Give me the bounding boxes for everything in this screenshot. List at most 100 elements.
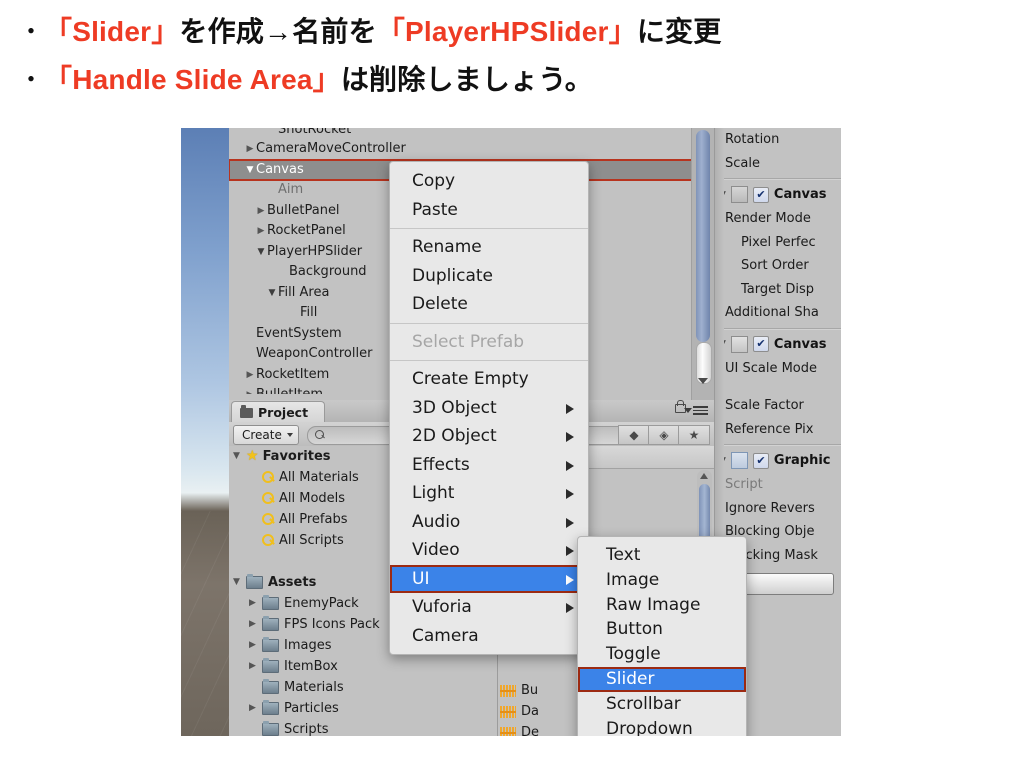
component-name: Canvas	[773, 336, 827, 352]
submenu-item[interactable]: Dropdown	[578, 717, 746, 736]
component-name: Canvas	[773, 187, 827, 202]
triangle-right-icon[interactable]: ▶	[244, 385, 256, 394]
scroll-down-arrow-icon[interactable]	[698, 378, 708, 384]
triangle-down-icon[interactable]: ▼	[266, 283, 278, 304]
project-tree-item[interactable]: ▶ Scripts	[229, 719, 497, 736]
menu-item[interactable]: Delete	[390, 290, 588, 319]
submenu-item-label: Image	[606, 569, 660, 590]
menu-item[interactable]: Effects	[390, 451, 588, 480]
menu-item[interactable]: 2D Object	[390, 422, 588, 451]
triangle-down-icon[interactable]: ▼	[244, 160, 256, 181]
project-tree-item[interactable]: ▶ Particles	[229, 698, 497, 719]
triangle-down-icon[interactable]: ▼	[233, 572, 246, 593]
project-tree-item-label: Favorites	[262, 449, 331, 464]
menu-item[interactable]: Vuforia	[390, 593, 588, 622]
triangle-right-icon[interactable]: ▶	[249, 656, 262, 677]
project-tree-item-label: Materials	[284, 680, 344, 695]
audio-waveform-icon	[500, 705, 516, 718]
menu-item[interactable]: 3D Object	[390, 394, 588, 423]
menu-item[interactable]: Create Empty	[390, 365, 588, 394]
project-tree-item-label: EnemyPack	[284, 596, 359, 611]
inspector-property-label: Ignore Revers	[725, 500, 815, 516]
menu-item[interactable]: Light	[390, 479, 588, 508]
menu-item[interactable]: Rename	[390, 233, 588, 262]
project-tree-item-label: Scripts	[284, 722, 329, 736]
project-tree-item[interactable]: ▶ Materials	[229, 677, 497, 698]
submenu-arrow-icon	[566, 460, 574, 471]
folder-icon	[262, 658, 279, 673]
triangle-right-icon[interactable]: ▶	[249, 698, 262, 719]
submenu-item[interactable]: Image	[578, 568, 746, 593]
submenu-item-label: Slider	[606, 668, 655, 689]
submenu-item-label: Button	[606, 619, 663, 640]
menu-item-label: Copy	[412, 171, 456, 191]
component-enabled-checkbox[interactable]	[752, 336, 769, 352]
triangle-right-icon[interactable]: ▶	[244, 365, 256, 386]
inspector-property-label: Target Disp	[741, 281, 814, 297]
menu-item-label: Paste	[412, 199, 458, 220]
submenu-item[interactable]: Slider	[578, 666, 746, 692]
favorite-filter-icon[interactable]: ◆	[618, 425, 650, 445]
bullet-2-seg-0: 「Handle Slide Area」	[44, 64, 341, 95]
submenu-item[interactable]: Scrollbar	[578, 692, 746, 717]
inspector-component-header[interactable]: ▼Graphic	[715, 448, 841, 473]
menu-item[interactable]: Video	[390, 536, 588, 565]
divider	[715, 178, 841, 179]
submenu-arrow-icon	[566, 603, 574, 613]
menu-item[interactable]: Audio	[390, 508, 588, 537]
triangle-right-icon[interactable]: ▶	[255, 221, 267, 242]
triangle-down-icon[interactable]: ▼	[255, 242, 267, 263]
component-enabled-checkbox[interactable]	[752, 452, 769, 469]
ui-submenu[interactable]: Text Image Raw Image Button Toggle Slider Scro…	[577, 536, 747, 736]
project-folder-icon	[240, 404, 253, 418]
scrollbar-thumb[interactable]	[696, 130, 710, 342]
menu-item[interactable]: UI	[390, 564, 588, 593]
submenu-item[interactable]: Button	[578, 617, 746, 642]
triangle-right-icon[interactable]: ▶	[249, 593, 262, 614]
bullet-marker: ・	[18, 18, 44, 46]
triangle-down-icon[interactable]: ▼	[233, 446, 246, 467]
inspector-component-header[interactable]: ▼Canvas	[715, 182, 841, 207]
submenu-item[interactable]: Raw Image	[578, 593, 746, 618]
triangle-none-icon: ▶	[244, 344, 256, 365]
triangle-none-icon: ▶	[249, 488, 262, 509]
triangle-right-icon[interactable]: ▶	[249, 635, 262, 656]
create-button[interactable]: Create	[233, 425, 299, 445]
unity-editor-screenshot: ▶ShotRocket▶CameraMoveController▼Canvas▶…	[181, 128, 841, 736]
triangle-right-icon[interactable]: ▶	[249, 614, 262, 635]
menu-item[interactable]: Copy	[390, 167, 588, 196]
context-menu[interactable]: Copy Paste Rename Duplicate Delete Select Pre…	[389, 161, 589, 655]
list-item: ・ 「Slider」を作成→名前を「PlayerHPSlider」に変更	[0, 8, 1024, 56]
search-icon	[262, 471, 275, 484]
triangle-none-icon: ▶	[244, 324, 256, 345]
menu-item[interactable]: Camera	[390, 622, 588, 651]
tab-project[interactable]: Project	[231, 401, 326, 423]
project-tree-item[interactable]: ▶ ItemBox	[229, 656, 497, 677]
label-filter-icon[interactable]: ◈	[648, 425, 680, 445]
scroll-up-arrow-icon[interactable]	[700, 473, 708, 479]
submenu-arrow-icon	[566, 489, 574, 499]
inspector-component-header[interactable]: ▼Canvas	[715, 332, 841, 357]
triangle-none-icon: ▶	[277, 262, 289, 283]
triangle-right-icon[interactable]: ▶	[255, 201, 267, 222]
create-button-label: Create	[242, 428, 282, 442]
audio-waveform-icon	[500, 684, 516, 697]
hierarchy-item[interactable]: ▶ShotRocket	[229, 128, 692, 139]
menu-item-label: Vuforia	[412, 597, 472, 617]
star-filter-icon[interactable]: ★	[678, 425, 710, 445]
hierarchy-scrollbar[interactable]	[691, 128, 714, 400]
menu-item[interactable]: Paste	[390, 196, 588, 225]
search-icon	[262, 534, 275, 547]
submenu-item[interactable]: Toggle	[578, 642, 746, 667]
hierarchy-item[interactable]: ▶ CameraMoveController	[229, 139, 692, 160]
chevron-down-icon[interactable]	[684, 408, 692, 413]
triangle-none-icon: ▶	[249, 719, 262, 736]
folder-icon	[262, 595, 279, 610]
triangle-right-icon[interactable]: ▶	[244, 139, 256, 160]
menu-item[interactable]: Duplicate	[390, 262, 588, 291]
submenu-item-label: Toggle	[606, 644, 661, 665]
submenu-item[interactable]: Text	[578, 543, 746, 568]
component-enabled-checkbox[interactable]	[752, 186, 769, 203]
tab-project-label: Project	[258, 405, 309, 420]
panel-menu-icon[interactable]	[693, 406, 708, 415]
